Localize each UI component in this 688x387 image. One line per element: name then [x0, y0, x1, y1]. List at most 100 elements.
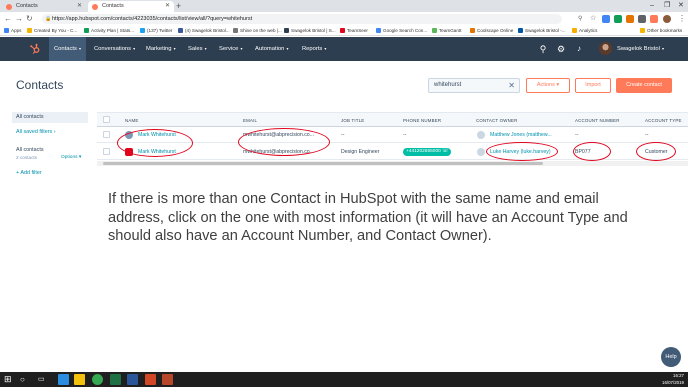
browser-tab[interactable]: Contacts ✕	[2, 1, 86, 12]
nav-marketing[interactable]: Marketing ▾	[146, 37, 176, 61]
select-all-checkbox[interactable]	[103, 116, 110, 123]
clock-date: 16/07/2019	[662, 379, 684, 385]
browser-tab-active[interactable]: Contacts ✕	[88, 1, 174, 12]
task-view-icon[interactable]: ▭	[38, 374, 49, 385]
bell-icon[interactable]: ♪	[573, 43, 585, 55]
system-clock[interactable]: 16:27 16/07/2019	[660, 373, 684, 386]
screen: Contacts ✕ Contacts ✕ + – ❐ ✕ ← → ↻ 🔒 ht…	[0, 0, 688, 387]
options-label: Options	[61, 155, 78, 160]
chrome-icon[interactable]	[92, 374, 103, 385]
row-checkbox[interactable]	[103, 131, 110, 138]
bookmark-item[interactable]: Swagelok Bristol -...	[518, 26, 566, 36]
search-input[interactable]: whitehurst ✕	[428, 78, 520, 93]
horizontal-scrollbar[interactable]	[97, 161, 688, 166]
column-header[interactable]: EMAIL	[243, 113, 257, 128]
column-header[interactable]: PHONE NUMBER	[403, 113, 441, 128]
back-icon[interactable]: ←	[4, 13, 12, 25]
contact-phone: +441202665000	[406, 149, 441, 154]
clear-search-icon[interactable]: ✕	[508, 79, 515, 92]
saved-filters-label: All saved filters	[16, 129, 53, 135]
bookmark-item[interactable]: Apps	[4, 26, 21, 36]
bookmark-item[interactable]: Coolscape Online	[470, 26, 513, 36]
forward-icon[interactable]: →	[15, 13, 23, 25]
app-icon[interactable]	[162, 374, 173, 385]
avatar[interactable]	[599, 42, 612, 55]
column-header[interactable]: ACCOUNT TYPE	[645, 113, 682, 128]
annotation-ellipse	[573, 142, 611, 161]
filter-title: All contacts	[16, 147, 44, 153]
nav-service[interactable]: Service ▾	[219, 37, 242, 61]
bookmark-item[interactable]: TeamGantt	[432, 26, 461, 36]
extension-icon[interactable]	[650, 15, 658, 23]
gear-icon[interactable]: ⚙	[555, 43, 567, 55]
star-icon[interactable]: ☆	[590, 13, 596, 25]
outlook-icon[interactable]	[58, 374, 69, 385]
help-button[interactable]: Help	[661, 347, 681, 367]
new-tab-button[interactable]: +	[176, 0, 181, 12]
extension-icon[interactable]	[602, 15, 610, 23]
hubspot-logo-icon[interactable]	[29, 43, 41, 55]
annotation-ellipse	[117, 129, 193, 157]
maximize-icon[interactable]: ❐	[664, 0, 670, 12]
column-header[interactable]: NAME	[125, 113, 139, 128]
bookmark-item[interactable]: Swagelok Bristol | S...	[284, 26, 336, 36]
extension-icon[interactable]	[614, 15, 622, 23]
scrollbar-thumb[interactable]	[103, 162, 543, 165]
create-contact-button[interactable]: Create contact	[616, 78, 672, 93]
chevron-down-icon: ▾	[554, 82, 560, 88]
close-tab-icon[interactable]: ✕	[165, 1, 170, 12]
row-checkbox[interactable]	[103, 148, 110, 155]
extension-icon[interactable]	[626, 15, 634, 23]
nav-reports[interactable]: Reports ▾	[302, 37, 326, 61]
options-dropdown[interactable]: Options ▾	[61, 155, 81, 160]
bookmark-item[interactable]: Shine on the web |...	[233, 26, 282, 36]
sidebar-item-all-contacts[interactable]: All contacts	[12, 112, 88, 123]
search-icon[interactable]: ○	[20, 374, 31, 385]
import-button[interactable]: Import	[575, 78, 611, 93]
search-icon[interactable]: ⚲	[537, 43, 549, 55]
add-filter-link[interactable]: + Add filter	[16, 170, 42, 176]
contact-owner[interactable]: Matthew Jones (matthew...	[490, 127, 552, 143]
nav-conversations[interactable]: Conversations ▾	[94, 37, 135, 61]
bookmark-item[interactable]: TeamSeer	[340, 26, 368, 36]
minimize-icon[interactable]: –	[650, 0, 654, 12]
chevron-down-icon: ▾	[285, 46, 289, 51]
profile-avatar-icon[interactable]	[663, 15, 671, 23]
bookmark-item[interactable]: Google Search Con...	[376, 26, 427, 36]
instruction-caption: If there is more than one Contact in Hub…	[108, 191, 628, 244]
nav-contacts[interactable]: Contacts ▾	[49, 37, 87, 61]
other-bookmarks[interactable]: Other bookmarks	[640, 26, 682, 36]
bookmark-item[interactable]: (4) Swagelok Bristol...	[178, 26, 230, 36]
bookmark-item[interactable]: Analytics	[572, 26, 597, 36]
phone-call-badge[interactable]: +441202665000 ☏	[403, 148, 452, 156]
owner-avatar	[477, 131, 485, 139]
column-header[interactable]: CONTACT OWNER	[476, 113, 517, 128]
search-page-icon[interactable]: ⚲	[578, 13, 582, 25]
chevron-down-icon: ▾	[77, 46, 82, 51]
reload-icon[interactable]: ↻	[26, 13, 33, 25]
hubspot-favicon-icon	[92, 4, 98, 10]
account-menu[interactable]: Swagelok Bristol ▾	[617, 37, 664, 61]
sidebar-item-saved-filters[interactable]: All saved filters ›	[16, 129, 56, 135]
browser-menu-icon[interactable]: ⋮	[678, 13, 686, 25]
excel-icon[interactable]	[110, 374, 121, 385]
bookmark-item[interactable]: Created By You - C...	[27, 26, 77, 36]
powerpoint-icon[interactable]	[145, 374, 156, 385]
windows-start-icon[interactable]: ⊞	[4, 374, 15, 385]
word-icon[interactable]	[127, 374, 138, 385]
url-bar[interactable]: 🔒 https://app.hubspot.com/contacts/42230…	[42, 14, 562, 24]
window-close-icon[interactable]: ✕	[678, 0, 684, 12]
column-header[interactable]: JOB TITLE	[341, 113, 364, 128]
nav-sales[interactable]: Sales ▾	[188, 37, 207, 61]
nav-label: Sales	[188, 46, 203, 52]
bookmark-item[interactable]: Activity Plan | Stats...	[84, 26, 134, 36]
actions-button[interactable]: Actions ▾	[526, 78, 570, 93]
close-tab-icon[interactable]: ✕	[77, 1, 82, 12]
table-header: NAME EMAIL JOB TITLE PHONE NUMBER CONTAC…	[97, 112, 688, 127]
file-explorer-icon[interactable]	[74, 374, 85, 385]
nav-automation[interactable]: Automation ▾	[255, 37, 288, 61]
column-header[interactable]: ACCOUNT NUMBER	[575, 113, 620, 128]
extension-icon[interactable]	[638, 15, 646, 23]
chevron-down-icon: ▾	[660, 46, 664, 51]
bookmark-item[interactable]: (137) Twitter	[140, 26, 172, 36]
